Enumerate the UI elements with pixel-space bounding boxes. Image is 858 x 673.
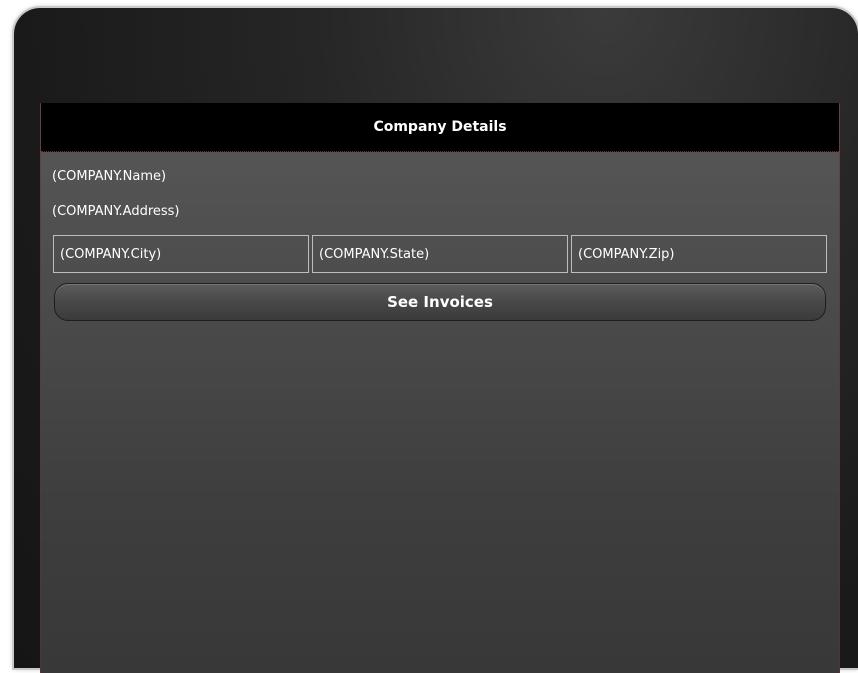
company-address-label: (COMPANY.Address) bbox=[52, 204, 180, 219]
city-state-zip-row: (COMPANY.City) (COMPANY.State) (COMPANY.… bbox=[53, 235, 827, 275]
page-title: Company Details bbox=[373, 119, 507, 135]
company-name-label: (COMPANY.Name) bbox=[52, 169, 167, 184]
see-invoices-button[interactable]: See Invoices bbox=[54, 283, 826, 321]
company-state-field[interactable]: (COMPANY.State) bbox=[312, 235, 568, 273]
company-zip-field[interactable]: (COMPANY.Zip) bbox=[571, 235, 827, 273]
company-city-field[interactable]: (COMPANY.City) bbox=[53, 235, 309, 273]
app-screen: Company Details (COMPANY.Name) (COMPANY.… bbox=[40, 103, 840, 673]
page-title-bar: Company Details bbox=[41, 103, 839, 152]
tablet-frame: Company Details (COMPANY.Name) (COMPANY.… bbox=[14, 8, 858, 673]
